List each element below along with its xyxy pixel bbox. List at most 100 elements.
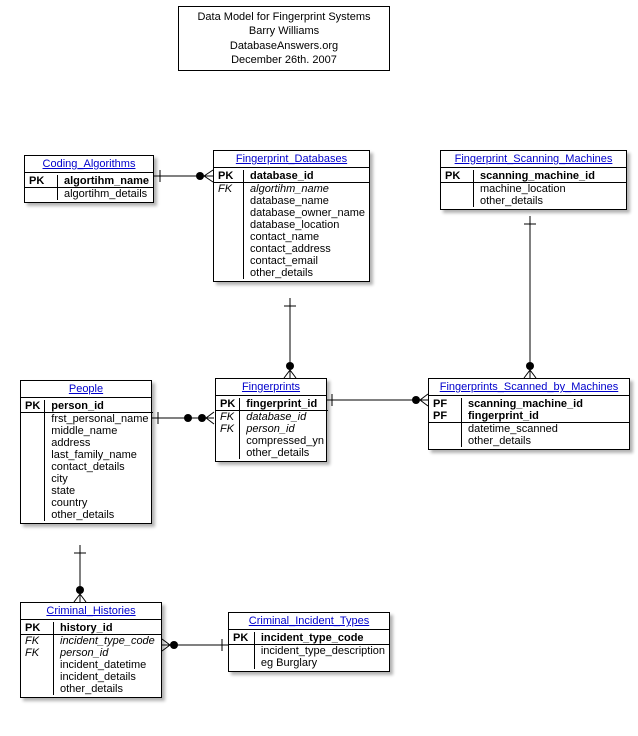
key-cell [21, 509, 45, 521]
key-cell: PK [21, 400, 45, 413]
key-cell [21, 473, 45, 485]
attr-cell: compressed_yn [240, 435, 328, 447]
attr-cell: contact_email [244, 255, 369, 267]
attr-cell: incident_datetime [54, 659, 162, 671]
attr-cell: database_name [244, 195, 369, 207]
attr-cell: person_id [54, 647, 162, 659]
attr-cell: city [45, 473, 153, 485]
attr-cell: machine_location [474, 183, 627, 196]
attr-cell: database_location [244, 219, 369, 231]
key-cell [429, 423, 462, 436]
attribute-row: PFscanning_machine_id [429, 398, 629, 410]
attr-cell: incident_type_description [254, 645, 389, 658]
attribute-row: PKscanning_machine_id [441, 170, 626, 183]
attr-cell: fingerprint_id [240, 398, 328, 411]
attribute-row: PKalgortihm_name [25, 175, 153, 188]
key-cell [229, 657, 254, 669]
entity-title[interactable]: Fingerprints [216, 379, 326, 396]
attribute-row: middle_name [21, 425, 153, 437]
attr-cell: contact_address [244, 243, 369, 255]
key-cell: PF [429, 398, 462, 410]
entity-title[interactable]: People [21, 381, 151, 398]
entity-fingerprints: Fingerprints PKfingerprint_idFKdatabase_… [215, 378, 327, 462]
attr-cell: other_details [240, 447, 328, 459]
attr-cell: algortihm_name [244, 183, 369, 196]
key-cell [214, 255, 244, 267]
header-line2: Barry Williams [189, 24, 379, 38]
attr-cell: other_details [54, 683, 162, 695]
attr-cell: contact_name [244, 231, 369, 243]
entity-criminal-incident-types: Criminal_Incident_Types PKincident_type_… [228, 612, 390, 672]
entity-coding-algorithms: Coding_Algorithms PKalgortihm_namealgort… [24, 155, 154, 203]
attr-cell: person_id [240, 423, 328, 435]
header-box: Data Model for Fingerprint Systems Barry… [178, 6, 390, 71]
header-line1: Data Model for Fingerprint Systems [189, 10, 379, 24]
entity-title[interactable]: Fingerprints_Scanned_by_Machines [429, 379, 629, 396]
attribute-row: other_details [21, 683, 161, 695]
attr-cell: fingerprint_id [462, 410, 630, 423]
key-cell [21, 485, 45, 497]
key-cell: PK [214, 170, 244, 183]
attribute-row: database_owner_name [214, 207, 369, 219]
attribute-row: contact_email [214, 255, 369, 267]
key-cell [21, 671, 54, 683]
attribute-row: country [21, 497, 153, 509]
attr-cell: state [45, 485, 153, 497]
attr-cell: country [45, 497, 153, 509]
key-cell [21, 425, 45, 437]
attr-cell: algortihm_details [58, 188, 154, 201]
attribute-row: FKperson_id [21, 647, 161, 659]
attr-cell: address [45, 437, 153, 449]
attribute-row: FKperson_id [216, 423, 328, 435]
key-cell [214, 243, 244, 255]
attr-cell: other_details [474, 195, 627, 207]
entity-title[interactable]: Fingerprint_Scanning_Machines [441, 151, 626, 168]
entity-title[interactable]: Coding_Algorithms [25, 156, 153, 173]
key-cell [441, 183, 474, 196]
attribute-row: address [21, 437, 153, 449]
attribute-row: compressed_yn [216, 435, 328, 447]
entity-title[interactable]: Criminal_Histories [21, 603, 161, 620]
attribute-row: database_location [214, 219, 369, 231]
attr-cell: other_details [462, 435, 630, 447]
key-cell: PK [25, 175, 58, 188]
key-cell: FK [21, 635, 54, 648]
key-cell: PK [216, 398, 240, 411]
attr-cell: database_id [240, 411, 328, 424]
key-cell [216, 447, 240, 459]
attribute-row: eg Burglary [229, 657, 389, 669]
entity-criminal-histories: Criminal_Histories PKhistory_idFKinciden… [20, 602, 162, 698]
header-line4: December 26th. 2007 [189, 53, 379, 67]
entity-title[interactable]: Fingerprint_Databases [214, 151, 369, 168]
attr-cell: other_details [45, 509, 153, 521]
attribute-row: contact_details [21, 461, 153, 473]
attr-cell: incident_type_code [54, 635, 162, 648]
key-cell [21, 449, 45, 461]
key-cell [21, 413, 45, 426]
entity-people: People PKperson_idfrst_personal_namemidd… [20, 380, 152, 524]
attribute-row: PKfingerprint_id [216, 398, 328, 411]
attribute-row: datetime_scanned [429, 423, 629, 436]
attribute-row: contact_name [214, 231, 369, 243]
header-line3: DatabaseAnswers.org [189, 39, 379, 53]
attribute-row: other_details [429, 435, 629, 447]
key-cell [21, 683, 54, 695]
attribute-row: machine_location [441, 183, 626, 196]
attribute-row: contact_address [214, 243, 369, 255]
key-cell [21, 461, 45, 473]
attr-cell: scanning_machine_id [462, 398, 630, 410]
attr-cell: contact_details [45, 461, 153, 473]
attr-cell: middle_name [45, 425, 153, 437]
attribute-row: PKhistory_id [21, 622, 161, 635]
attr-cell: database_id [244, 170, 369, 183]
attribute-row: other_details [216, 447, 328, 459]
key-cell [216, 435, 240, 447]
attribute-row: city [21, 473, 153, 485]
attribute-row: FKdatabase_id [216, 411, 328, 424]
attribute-row: PKdatabase_id [214, 170, 369, 183]
entity-title[interactable]: Criminal_Incident_Types [229, 613, 389, 630]
key-cell: PK [229, 632, 254, 645]
key-cell: PK [21, 622, 54, 635]
attr-cell: datetime_scanned [462, 423, 630, 436]
key-cell [214, 231, 244, 243]
